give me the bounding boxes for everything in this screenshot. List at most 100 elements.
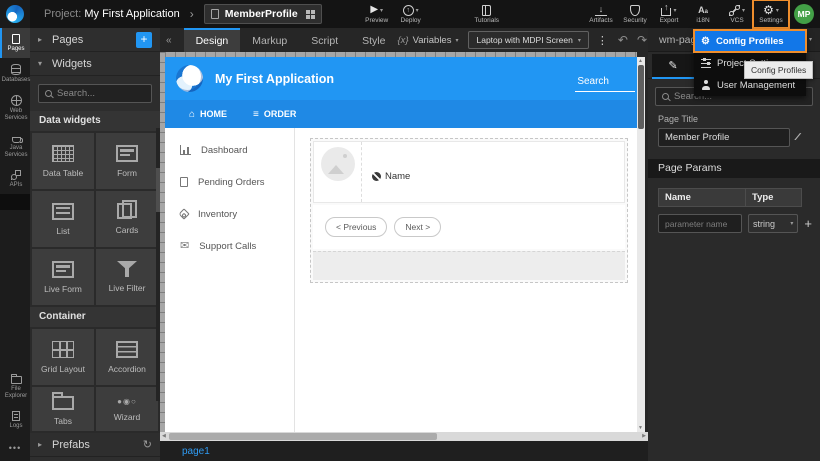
app-search-link[interactable]: Search [575, 76, 635, 92]
more-options-button[interactable]: ••• [0, 435, 30, 461]
param-type-select[interactable]: string ▾ [748, 214, 798, 233]
bar-chart-icon [180, 145, 191, 155]
app-side-menu: Dashboard Pending Orders Inventory ✉Supp… [165, 128, 295, 432]
i18n-button[interactable]: A i18N [686, 1, 720, 27]
add-param-button[interactable]: + [804, 216, 812, 231]
menu-item-inventory[interactable]: Inventory [165, 198, 294, 230]
grid-icon[interactable] [306, 10, 310, 14]
app-preview: My First Application Search ⌂HOME ≡ORDER… [165, 57, 637, 432]
prefabs-section-header[interactable]: ▸ Prefabs ↻ [30, 433, 160, 457]
security-button[interactable]: Security [618, 1, 652, 27]
rail-item-databases[interactable]: Databases [0, 58, 30, 89]
rail-item-java-services[interactable]: Java Services [0, 127, 30, 164]
horizontal-scroll-thumb[interactable] [169, 433, 437, 440]
app-title: My First Application [215, 72, 334, 86]
widget-tile-cards[interactable]: Cards [96, 191, 158, 247]
menu-item-support-calls[interactable]: ✉Support Calls [165, 230, 294, 262]
page-structure-section-header[interactable]: ▸ Page Structure [30, 457, 160, 461]
widget-tile-live-filter[interactable]: Live Filter [96, 249, 158, 305]
widget-tile-accordion[interactable]: Accordion [96, 329, 158, 385]
app-navbar: ⌂HOME ≡ORDER [165, 100, 637, 128]
variables-dropdown[interactable]: {x} Variables ▾ [397, 35, 458, 46]
tag-icon [178, 208, 189, 219]
name-field[interactable]: Name [362, 142, 410, 202]
user-avatar[interactable]: MP [794, 4, 814, 24]
widget-search[interactable] [38, 84, 152, 103]
empty-drop-zone[interactable] [313, 251, 625, 280]
param-name-input[interactable] [658, 214, 742, 233]
list-item-card[interactable]: Name [313, 141, 625, 203]
search-icon [662, 93, 669, 100]
widgets-section-header[interactable]: ▾ Widgets [30, 52, 160, 76]
chevron-down-icon: ▾ [455, 37, 458, 44]
next-button[interactable]: Next > [394, 217, 441, 237]
chevron-down-icon[interactable]: ▾ [380, 7, 383, 14]
widget-tile-live-form[interactable]: Live Form [32, 249, 94, 305]
tutorials-button[interactable]: Tutorials [470, 1, 504, 27]
download-icon: ↓ [595, 5, 607, 16]
document-icon [180, 177, 188, 187]
scroll-down-icon[interactable]: ▼ [638, 425, 643, 431]
export-button[interactable]: ▾ Export [652, 1, 686, 27]
rail-item-logs[interactable]: Logs [0, 405, 30, 435]
vcs-button[interactable]: ▾ VCS [720, 1, 754, 27]
page-title-input[interactable] [658, 128, 790, 147]
tab-script[interactable]: Script [299, 28, 350, 52]
pages-section-header[interactable]: ▸ Pages + [30, 28, 160, 52]
form-icon [116, 145, 138, 162]
collapse-left-panel-button[interactable]: « [160, 35, 178, 46]
widget-tile-grid-layout[interactable]: Grid Layout [32, 329, 94, 385]
pages-icon [12, 34, 20, 44]
page-selector-dropdown[interactable]: MemberProfile [204, 4, 322, 24]
cards-icon [117, 203, 132, 219]
add-page-button[interactable]: + [136, 32, 152, 48]
widget-tile-data-table[interactable]: Data Table [32, 133, 94, 189]
wavemaker-logo[interactable] [0, 0, 30, 28]
settings-button[interactable]: ⚙▾ Settings [754, 1, 788, 27]
folder-icon [11, 376, 22, 384]
palette-scrollbar[interactable] [156, 128, 160, 401]
rail-item-web-services[interactable]: Web Services [0, 89, 30, 127]
bind-link-icon[interactable]: ∕∕ [797, 132, 798, 143]
widget-tile-list[interactable]: List [32, 191, 94, 247]
nav-item-home[interactable]: ⌂HOME [189, 109, 227, 120]
widget-tile-tabs[interactable]: Tabs [32, 387, 94, 431]
vertical-scroll-thumb[interactable] [638, 65, 644, 129]
scroll-right-icon[interactable]: ▶ [642, 433, 646, 439]
page-tab-page1[interactable]: page1 [182, 446, 210, 457]
preview-button[interactable]: ▶▾ Preview [360, 1, 394, 27]
scroll-up-icon[interactable]: ▲ [638, 58, 643, 64]
edit-pencil-tab[interactable]: ✎ [652, 54, 694, 77]
undo-button[interactable]: ↶ [618, 33, 628, 47]
rail-item-apis[interactable]: APIs [0, 164, 30, 194]
previous-button[interactable]: < Previous [325, 217, 387, 237]
chevron-down-icon[interactable]: ▾ [809, 36, 812, 43]
redo-button[interactable]: ↷ [637, 33, 647, 47]
chevron-down-icon[interactable]: ▾ [742, 7, 745, 14]
rail-item-file-explorer[interactable]: File Explorer [0, 367, 30, 405]
widget-palette: ▸ Pages + ▾ Widgets Data widgets Data Ta… [30, 28, 160, 461]
kebab-menu-icon[interactable]: ⋮ [597, 34, 608, 47]
deploy-button[interactable]: ↑▾ Deploy [394, 1, 428, 27]
menu-item-dashboard[interactable]: Dashboard [165, 134, 294, 166]
widget-tile-wizard[interactable]: ●◉○Wizard [96, 387, 158, 431]
horizontal-scrollbar[interactable]: ◀ ▶ [160, 432, 648, 441]
scroll-left-icon[interactable]: ◀ [162, 433, 166, 439]
vertical-scrollbar[interactable]: ▲ ▼ [637, 57, 645, 432]
chevron-down-icon[interactable]: ▾ [416, 7, 419, 14]
chevron-down-icon[interactable]: ▾ [673, 7, 676, 14]
artifacts-button[interactable]: ↓ Artifacts [584, 1, 618, 27]
chevron-down-icon[interactable]: ▾ [776, 7, 779, 14]
widget-tile-form[interactable]: Form [96, 133, 158, 189]
rail-item-pages[interactable]: Pages [0, 28, 30, 58]
widget-search-input[interactable] [57, 88, 145, 99]
menu-item-pending-orders[interactable]: Pending Orders [165, 166, 294, 198]
tab-markup[interactable]: Markup [240, 28, 299, 52]
tab-design[interactable]: Design [184, 28, 241, 52]
list-widget-container[interactable]: Name < Previous Next > [310, 138, 628, 283]
tab-style[interactable]: Style [350, 28, 397, 52]
nav-item-order[interactable]: ≡ORDER [253, 109, 296, 120]
device-dropdown[interactable]: Laptop with MDPI Screen ▾ [468, 31, 588, 49]
menu-item-config-profiles[interactable]: ⚙ Config Profiles [694, 30, 806, 52]
refresh-icon[interactable]: ↻ [143, 438, 152, 451]
